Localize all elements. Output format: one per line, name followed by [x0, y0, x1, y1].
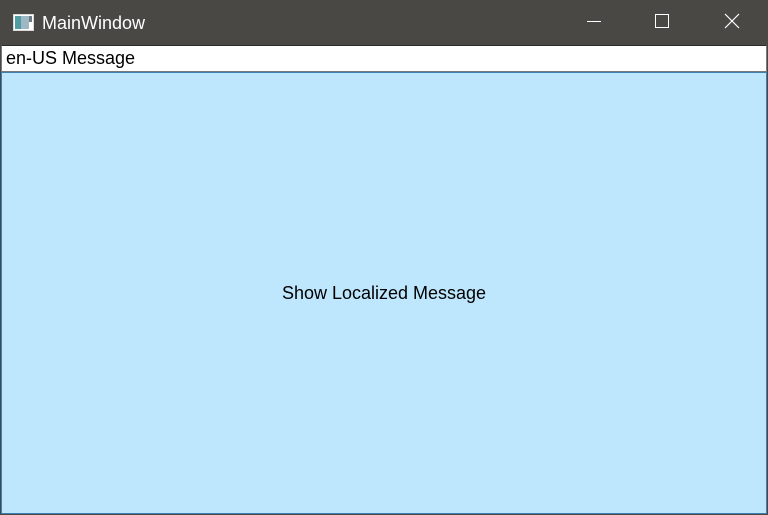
close-icon — [724, 13, 740, 34]
close-button[interactable] — [709, 1, 755, 45]
main-window: MainWindow Sho — [0, 0, 768, 515]
app-window-icon — [13, 14, 34, 31]
title-bar[interactable]: MainWindow — [1, 1, 767, 45]
window-title: MainWindow — [42, 13, 146, 33]
minimize-icon — [587, 14, 601, 33]
minimize-button[interactable] — [571, 1, 617, 45]
maximize-button[interactable] — [639, 1, 685, 45]
maximize-icon — [655, 13, 669, 33]
show-localized-message-button[interactable]: Show Localized Message — [1, 72, 767, 514]
show-localized-message-label: Show Localized Message — [281, 282, 487, 303]
message-text-field[interactable] — [1, 45, 767, 72]
